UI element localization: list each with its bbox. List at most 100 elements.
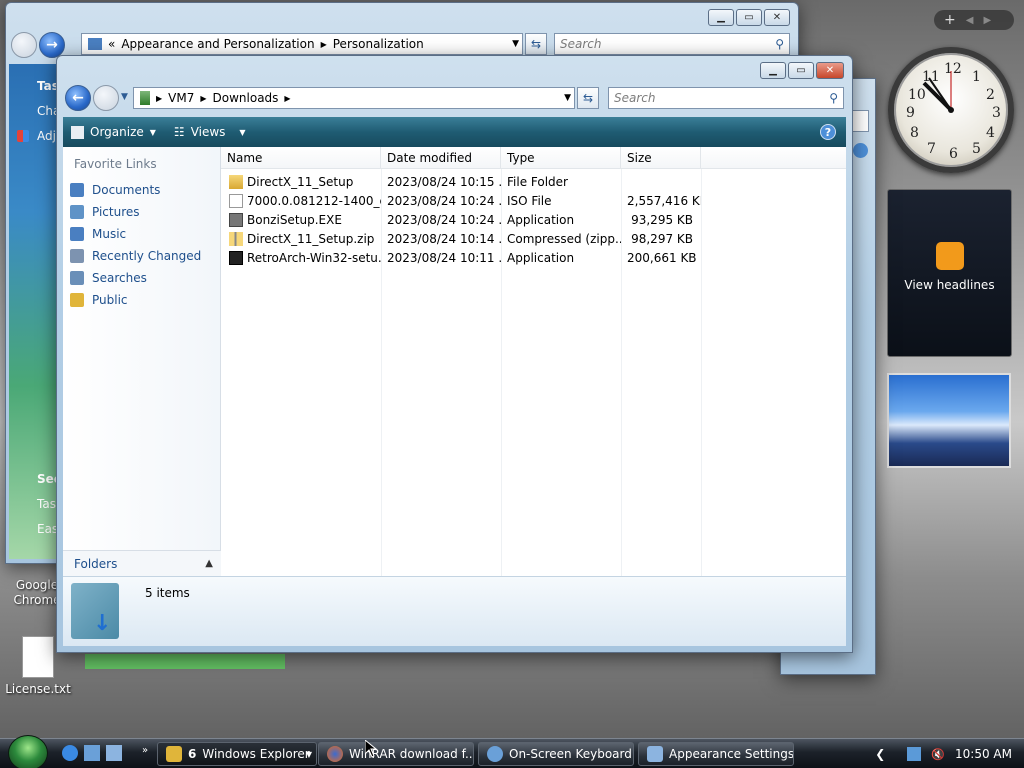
show-desktop-icon[interactable]	[84, 745, 100, 761]
chevron-right-icon[interactable]: ▶	[321, 40, 327, 49]
chevron-up-icon[interactable]: ▲	[205, 558, 213, 569]
start-button[interactable]	[8, 735, 48, 768]
views-label: Views	[190, 125, 226, 139]
file-size: 93,295 KB	[631, 212, 693, 227]
column-size[interactable]: Size	[621, 147, 701, 168]
file-row[interactable]: DirectX_11_Setup.zip 2023/08/24 10:14 ..…	[221, 229, 846, 248]
slideshow-gadget[interactable]	[887, 373, 1011, 468]
address-bar[interactable]: « Appearance and Personalization ▶ Perso…	[81, 33, 523, 55]
file-type: File Folder	[507, 174, 568, 189]
favorite-link-recently-changed[interactable]: Recently Changed	[63, 245, 220, 267]
chevron-down-icon[interactable]: ▼	[512, 39, 519, 49]
maximize-button[interactable]: ▭	[788, 62, 814, 79]
system-tray: ❮ 🔇 10:50 AM	[863, 739, 1024, 768]
search-icon[interactable]: ⚲	[829, 91, 838, 105]
back-button[interactable]	[11, 32, 37, 58]
internet-explorer-icon[interactable]	[62, 745, 78, 761]
breadcrumb-downloads[interactable]: Downloads	[213, 91, 279, 105]
link-label: Music	[92, 227, 127, 241]
show-hidden-icons-icon[interactable]: ❮	[875, 747, 885, 761]
view-headlines-label: View headlines	[904, 278, 995, 292]
network-icon[interactable]	[907, 747, 922, 761]
chevron-down-icon: ▼	[149, 127, 156, 137]
task-label: Appearance Settings	[669, 747, 794, 761]
search-icon[interactable]: ⚲	[775, 37, 784, 51]
favorite-links-header: Favorite Links	[74, 157, 157, 171]
computer-icon	[140, 91, 150, 105]
file-name: BonziSetup.EXE	[247, 212, 342, 227]
file-row[interactable]: DirectX_11_Setup 2023/08/24 10:15 ... Fi…	[221, 172, 846, 191]
link-label: Documents	[92, 183, 161, 197]
clock-time[interactable]: 10:50 AM	[955, 747, 1012, 761]
address-bar[interactable]: ▶ VM7 ▶ Downloads ▶ ▼	[133, 87, 575, 109]
file-size: 98,297 KB	[631, 231, 693, 246]
folders-toggle[interactable]: Folders ▲	[63, 550, 221, 576]
file-size: 200,661 KB	[627, 250, 697, 265]
help-icon[interactable]	[853, 143, 868, 158]
refresh-button[interactable]: ⇆	[577, 87, 599, 109]
sidebar-controls[interactable]: + ◀ ▶	[934, 10, 1014, 30]
file-type: Application	[507, 250, 575, 265]
see-also-link[interactable]: Tas	[37, 497, 56, 511]
forward-button[interactable]	[93, 85, 119, 111]
search-input[interactable]: Search ⚲	[554, 33, 790, 55]
views-button[interactable]: ☷ Views ▼	[174, 125, 246, 139]
chevron-right-icon[interactable]: ▶	[156, 94, 162, 103]
link-label: Recently Changed	[92, 249, 202, 263]
breadcrumb-item[interactable]: Personalization	[333, 37, 424, 51]
file-name: DirectX_11_Setup	[247, 174, 354, 189]
breadcrumb-item[interactable]: Appearance and Personalization	[121, 37, 314, 51]
background-window-search[interactable]	[851, 110, 869, 132]
file-date: 2023/08/24 10:15 ...	[387, 174, 501, 189]
link-label: Public	[92, 293, 128, 307]
breadcrumb-vm7[interactable]: VM7	[168, 91, 194, 105]
task-firefox[interactable]: WinRAR download f...	[318, 742, 474, 766]
favorite-link-pictures[interactable]: Pictures	[63, 201, 220, 223]
prev-icon[interactable]: ◀	[966, 15, 974, 26]
close-button[interactable]: ✕	[764, 9, 790, 26]
minimize-button[interactable]: ▁	[760, 62, 786, 79]
see-also-link[interactable]: Eas	[37, 522, 58, 536]
help-icon[interactable]: ?	[820, 124, 836, 140]
maximize-button[interactable]: ▭	[736, 9, 762, 26]
file-row[interactable]: RetroArch-Win32-setu... 2023/08/24 10:11…	[221, 248, 846, 267]
favorite-link-public[interactable]: Public	[63, 289, 220, 311]
breadcrumb-overflow[interactable]: «	[108, 37, 115, 51]
task-group-count: 6	[188, 747, 197, 761]
file-row[interactable]: BonziSetup.EXE 2023/08/24 10:24 ... Appl…	[221, 210, 846, 229]
next-icon[interactable]: ▶	[983, 15, 991, 26]
favorite-link-documents[interactable]: Documents	[63, 179, 220, 201]
explorer-window[interactable]: ▁ ▭ ✕ ← ▼ ▶ VM7 ▶ Downloads ▶ ▼ ⇆ Search…	[56, 55, 853, 653]
favorite-link-music[interactable]: Music	[63, 223, 220, 245]
clock-gadget[interactable]: 12 1 2 3 4 5 6 7 8 9 10 11	[888, 47, 1014, 173]
search-input[interactable]: Search ⚲	[608, 87, 844, 109]
close-button[interactable]: ✕	[816, 62, 844, 79]
chevron-right-icon[interactable]: ▶	[284, 94, 290, 103]
task-link[interactable]: Adj	[37, 129, 56, 143]
organize-button[interactable]: Organize ▼	[71, 125, 156, 139]
switch-windows-icon[interactable]	[106, 745, 122, 761]
file-list[interactable]: Name Date modified Type Size DirectX_11_…	[221, 147, 846, 576]
add-gadget-icon[interactable]: +	[944, 12, 956, 28]
shield-icon	[17, 130, 29, 142]
recent-pages-chevron-icon[interactable]: ▼	[121, 92, 128, 102]
task-on-screen-keyboard[interactable]: On-Screen Keyboard	[478, 742, 634, 766]
file-row[interactable]: 7000.0.081212-1400_cli... 2023/08/24 10:…	[221, 191, 846, 210]
favorite-link-searches[interactable]: Searches	[63, 267, 220, 289]
chevron-down-icon[interactable]: ▼	[564, 93, 571, 103]
column-type[interactable]: Type	[501, 147, 621, 168]
chevron-right-icon[interactable]: ▶	[200, 94, 206, 103]
feed-headlines-gadget[interactable]: View headlines	[887, 189, 1012, 357]
download-arrow-icon: ↓	[93, 611, 112, 636]
quick-launch-overflow-icon[interactable]: »	[142, 745, 148, 756]
column-name[interactable]: Name	[221, 147, 381, 168]
task-appearance-settings[interactable]: Appearance Settings	[638, 742, 794, 766]
column-date-modified[interactable]: Date modified	[381, 147, 501, 168]
refresh-button[interactable]: ⇆	[525, 33, 547, 55]
back-button[interactable]: ←	[65, 85, 91, 111]
file-date: 2023/08/24 10:11 ...	[387, 250, 501, 265]
task-windows-explorer[interactable]: 6 Windows Explorer ▼	[157, 742, 317, 766]
control-panel-icon	[88, 38, 102, 50]
minimize-button[interactable]: ▁	[708, 9, 734, 26]
volume-muted-icon[interactable]: 🔇	[931, 748, 945, 761]
